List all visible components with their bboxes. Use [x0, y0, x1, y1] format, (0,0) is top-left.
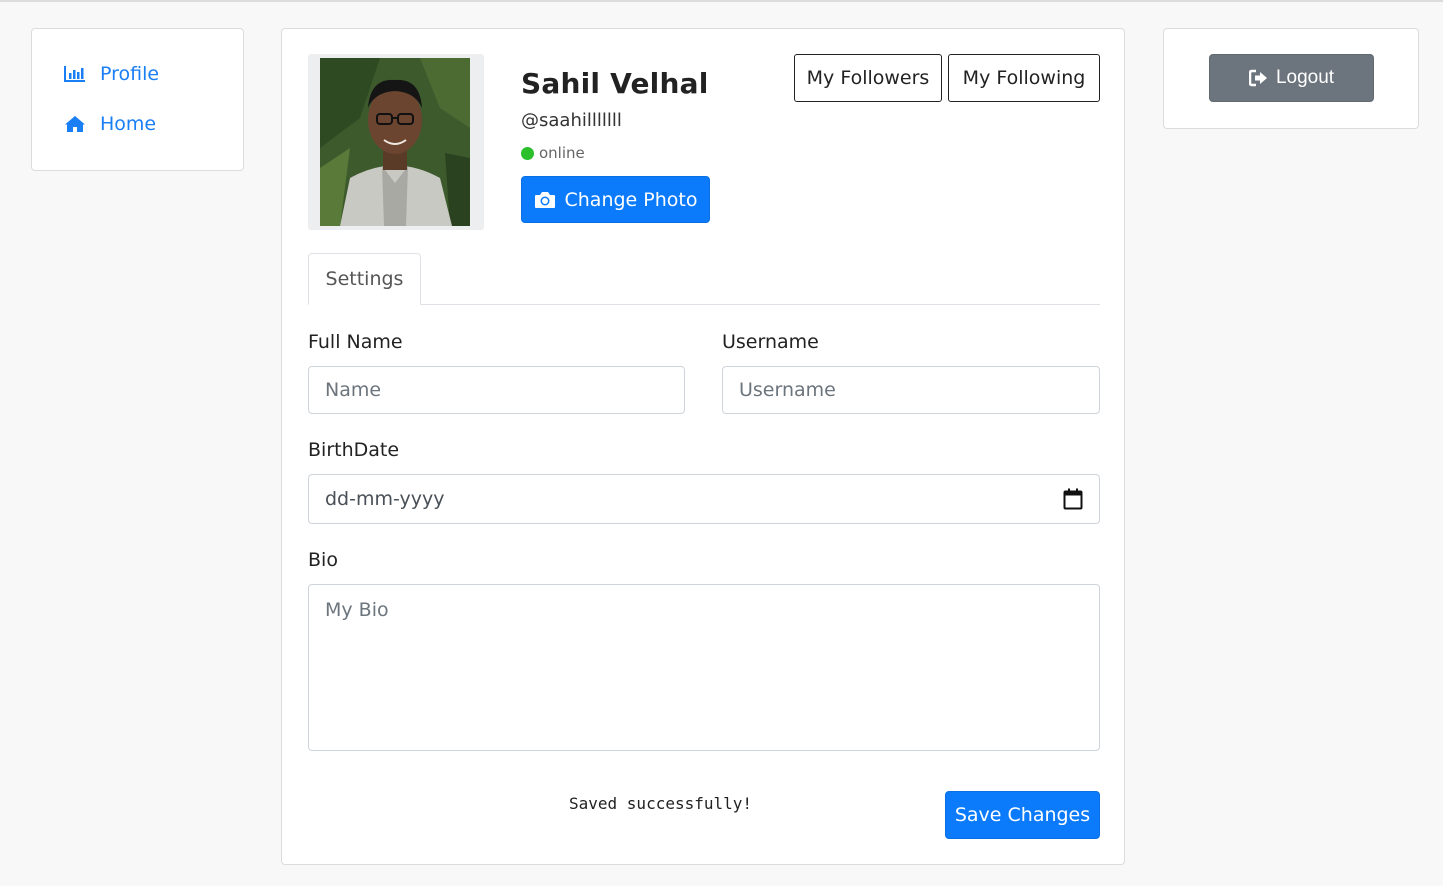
- saved-message: Saved successfully!: [569, 794, 753, 813]
- logout-label: Logout: [1275, 67, 1335, 88]
- birthdate-label: BirthDate: [308, 439, 400, 461]
- calendar-icon[interactable]: [1063, 488, 1083, 510]
- full-name-input[interactable]: [308, 366, 685, 414]
- username-label: Username: [722, 331, 819, 353]
- sidebar-item-label: Home: [100, 113, 157, 135]
- logout-card: Logout: [1163, 28, 1419, 129]
- username-input[interactable]: [722, 366, 1100, 414]
- birthdate-input[interactable]: dd-mm-yyyy: [308, 474, 1100, 524]
- status-dot-icon: [521, 146, 534, 160]
- camera-icon: [534, 191, 556, 209]
- tab-settings[interactable]: Settings: [308, 253, 421, 305]
- sidebar-item-profile[interactable]: Profile: [64, 63, 159, 85]
- change-photo-label: Change Photo: [564, 188, 698, 211]
- sign-out-icon: [1248, 69, 1269, 87]
- sidebar-nav: Profile Home: [31, 28, 244, 171]
- sidebar-item-home[interactable]: Home: [64, 113, 156, 135]
- online-status: online: [521, 144, 585, 162]
- bio-textarea[interactable]: [308, 584, 1100, 751]
- birthdate-placeholder: dd-mm-yyyy: [325, 488, 445, 510]
- tab-bar: Settings: [308, 253, 1100, 305]
- logout-button[interactable]: Logout: [1209, 54, 1374, 102]
- profile-name: Sahil Velhal: [521, 67, 709, 100]
- profile-card: Sahil Velhal @saahilllllll online Change…: [281, 28, 1125, 865]
- save-changes-button[interactable]: Save Changes: [945, 791, 1100, 839]
- full-name-label: Full Name: [308, 331, 403, 353]
- home-icon: [64, 114, 88, 134]
- avatar: [320, 58, 470, 226]
- sidebar-item-label: Profile: [100, 63, 160, 85]
- bar-chart-icon: [64, 64, 88, 84]
- profile-handle: @saahilllllll: [521, 110, 622, 131]
- change-photo-button[interactable]: Change Photo: [521, 176, 710, 223]
- avatar-frame: [308, 54, 484, 230]
- my-followers-button[interactable]: My Followers: [794, 54, 942, 102]
- my-following-button[interactable]: My Following: [948, 54, 1100, 102]
- status-text: online: [539, 144, 585, 162]
- bio-label: Bio: [308, 549, 338, 571]
